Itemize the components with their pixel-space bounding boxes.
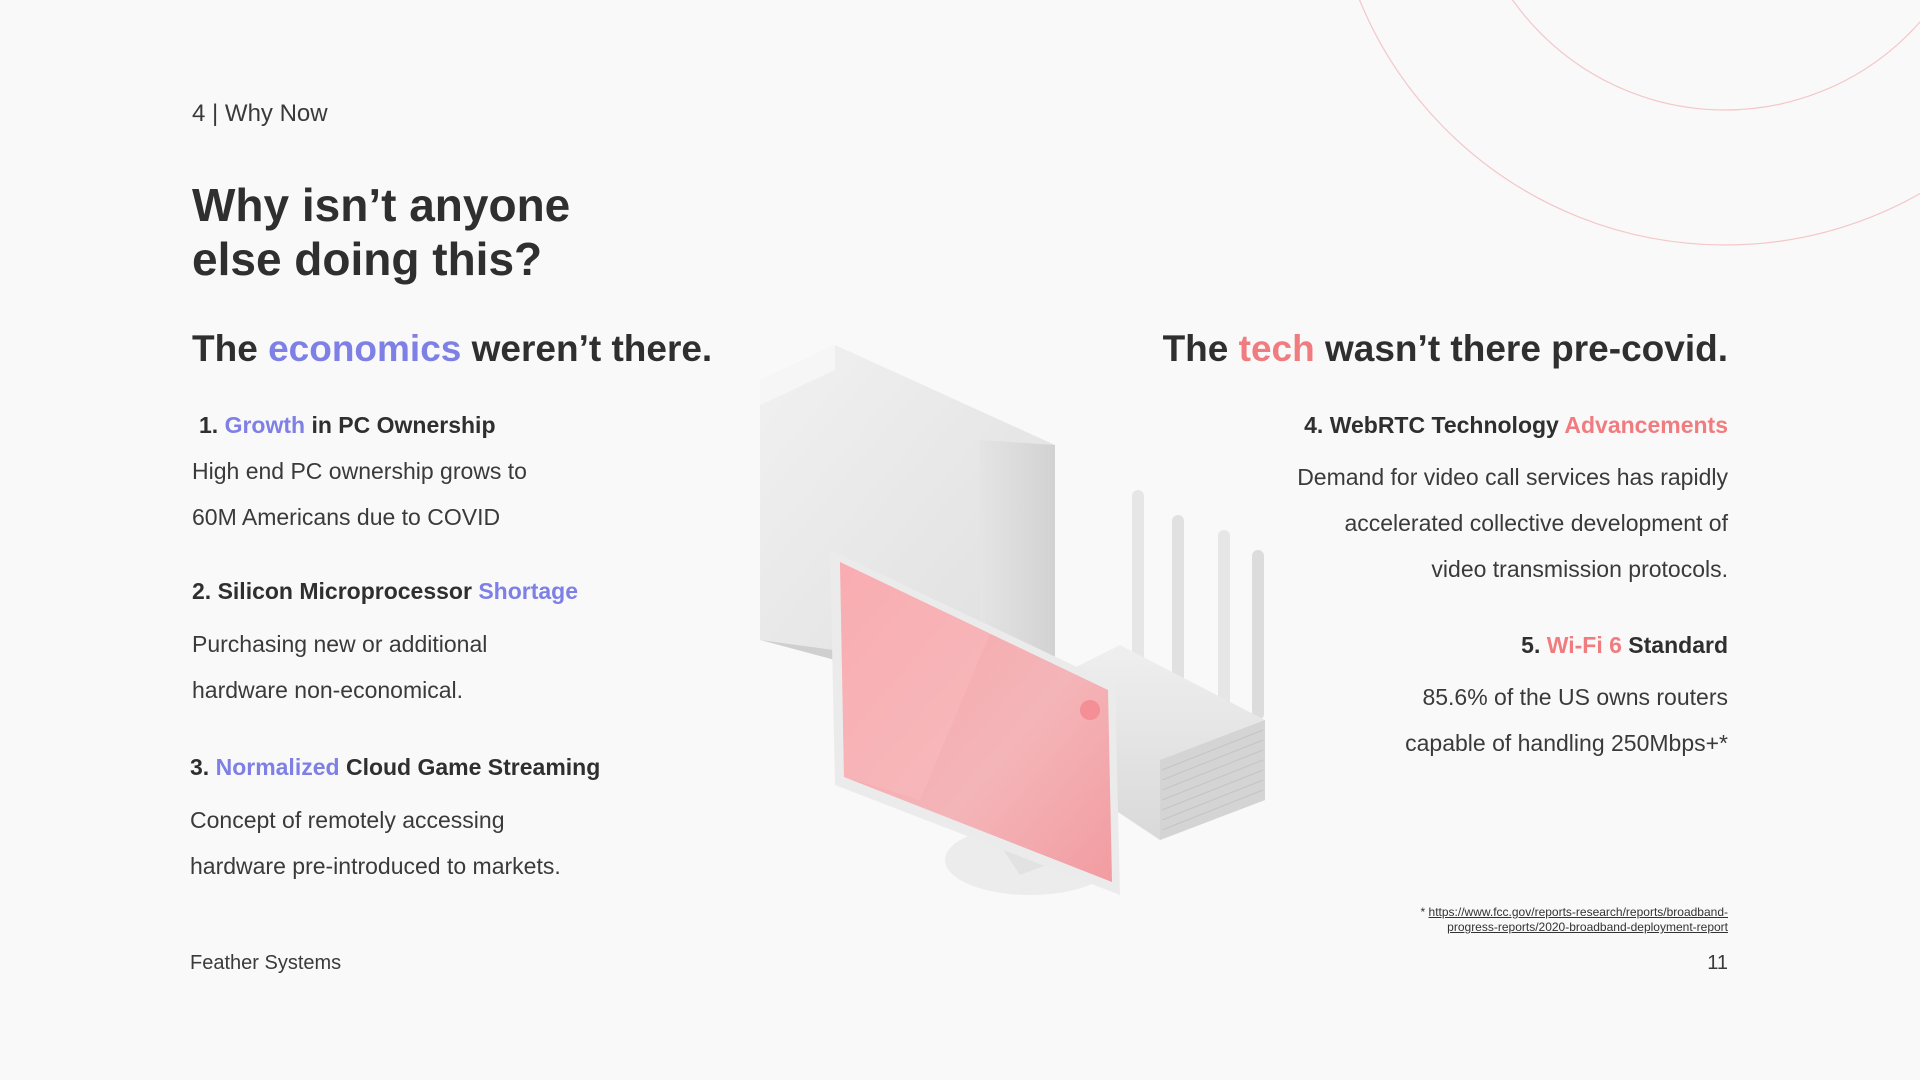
item-body-line: hardware non-economical. [192,677,464,703]
item-number: 2. [192,578,212,604]
item-accent: Growth [224,412,306,438]
item-heading-text: Cloud Game Streaming [339,754,601,780]
heading-prefix: The [1162,328,1239,369]
item-1-heading: 1. Growth in PC Ownership [199,412,496,439]
item-3-body: Concept of remotely accessing hardware p… [190,797,660,889]
item-3-heading: 3. Normalized Cloud Game Streaming [190,754,600,781]
item-body-line: Purchasing new or additional [192,631,488,657]
item-accent: Normalized [215,754,340,780]
tech-heading: The tech wasn’t there pre-covid. [1163,328,1728,370]
page-title-line1: Why isn’t anyone [192,179,571,231]
item-body-line: Concept of remotely accessing [190,807,505,833]
item-body-line: capable of handling 250Mbps+* [1405,730,1728,756]
item-accent: Shortage [478,578,579,604]
item-4-heading: 4. WebRTC Technology Advancements [1304,412,1728,439]
item-number: 1. [199,412,219,438]
item-heading-text: WebRTC Technology [1329,412,1565,438]
item-body-line: hardware pre-introduced to markets. [190,853,561,879]
item-body-line: accelerated collective development of [1344,510,1728,536]
item-heading-text: in PC Ownership [305,412,496,438]
item-accent: Advancements [1564,412,1728,438]
heading-suffix: wasn’t there pre-covid. [1314,328,1728,369]
item-5-heading: 5. Wi-Fi 6 Standard [1521,632,1728,659]
item-2-body: Purchasing new or additional hardware no… [192,621,662,713]
item-heading-text: Silicon Microprocessor [217,578,479,604]
heading-prefix: The [192,328,269,369]
page-title-line2: else doing this? [192,233,543,285]
hardware-illustration [760,345,1265,895]
economics-heading: The economics weren’t there. [192,328,712,370]
item-number: 3. [190,754,210,780]
section-label: 4 | Why Now [192,100,328,127]
decorative-arcs [1359,0,1920,246]
item-body-line: High end PC ownership grows to [192,458,527,484]
footnote-marker: * [1420,905,1429,919]
item-accent: Wi-Fi 6 [1546,632,1622,658]
page-number: 11 [1707,952,1728,974]
footnote-link-line2[interactable]: progress-reports/2020-broadband-deployme… [1447,920,1728,934]
item-body-line: 60M Americans due to COVID [192,504,501,530]
item-number: 5. [1521,632,1541,658]
item-4-body: Demand for video call services has rapid… [1208,454,1728,592]
item-5-body: 85.6% of the US owns routers capable of … [1208,674,1728,766]
item-body-line: 85.6% of the US owns routers [1422,684,1728,710]
page-title: Why isn’t anyone else doing this? [192,178,570,286]
item-body-line: Demand for video call services has rapid… [1297,464,1728,490]
heading-accent: economics [268,328,462,369]
item-1-body: High end PC ownership grows to 60M Ameri… [192,448,662,540]
item-body-line: video transmission protocols. [1431,556,1728,582]
heading-accent: tech [1238,328,1315,369]
item-2-heading: 2. Silicon Microprocessor Shortage [192,578,578,605]
footnote-link-line1[interactable]: https://www.fcc.gov/reports-research/rep… [1429,905,1728,919]
item-heading-text: Standard [1621,632,1728,658]
footnote: * https://www.fcc.gov/reports-research/r… [1328,905,1728,935]
item-number: 4. [1304,412,1324,438]
heading-suffix: weren’t there. [461,328,713,369]
company-name: Feather Systems [190,952,342,974]
